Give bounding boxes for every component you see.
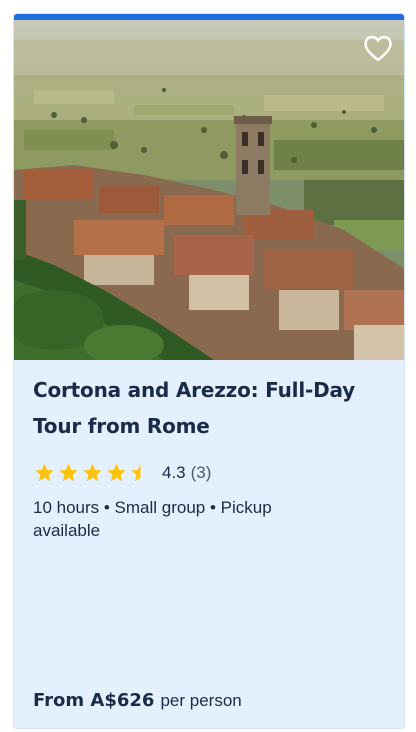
product-card[interactable]: Cortona and Arezzo: Full-Day Tour from R…	[13, 13, 405, 729]
price-unit: per person	[160, 691, 242, 710]
price: From A$626 per person	[33, 690, 242, 711]
heart-outline-icon	[364, 35, 392, 62]
star-icon	[83, 463, 102, 482]
price-amount: From A$626	[33, 690, 155, 711]
star-rating	[33, 462, 152, 484]
tour-details: 10 hours • Small group • Pickup availabl…	[33, 498, 272, 540]
tour-title[interactable]: Cortona and Arezzo: Full-Day Tour from R…	[33, 372, 393, 444]
card-content: Cortona and Arezzo: Full-Day Tour from R…	[33, 372, 393, 542]
favorite-button[interactable]	[362, 32, 394, 64]
star-icon	[107, 463, 126, 482]
review-count: (3)	[190, 463, 212, 482]
star-icon	[35, 463, 54, 482]
star-icon	[59, 463, 78, 482]
rating-row: 4.3 (3)	[33, 460, 393, 486]
tour-photo[interactable]	[14, 20, 404, 360]
rating-value: 4.3	[162, 463, 186, 482]
half-star-icon	[131, 463, 141, 482]
